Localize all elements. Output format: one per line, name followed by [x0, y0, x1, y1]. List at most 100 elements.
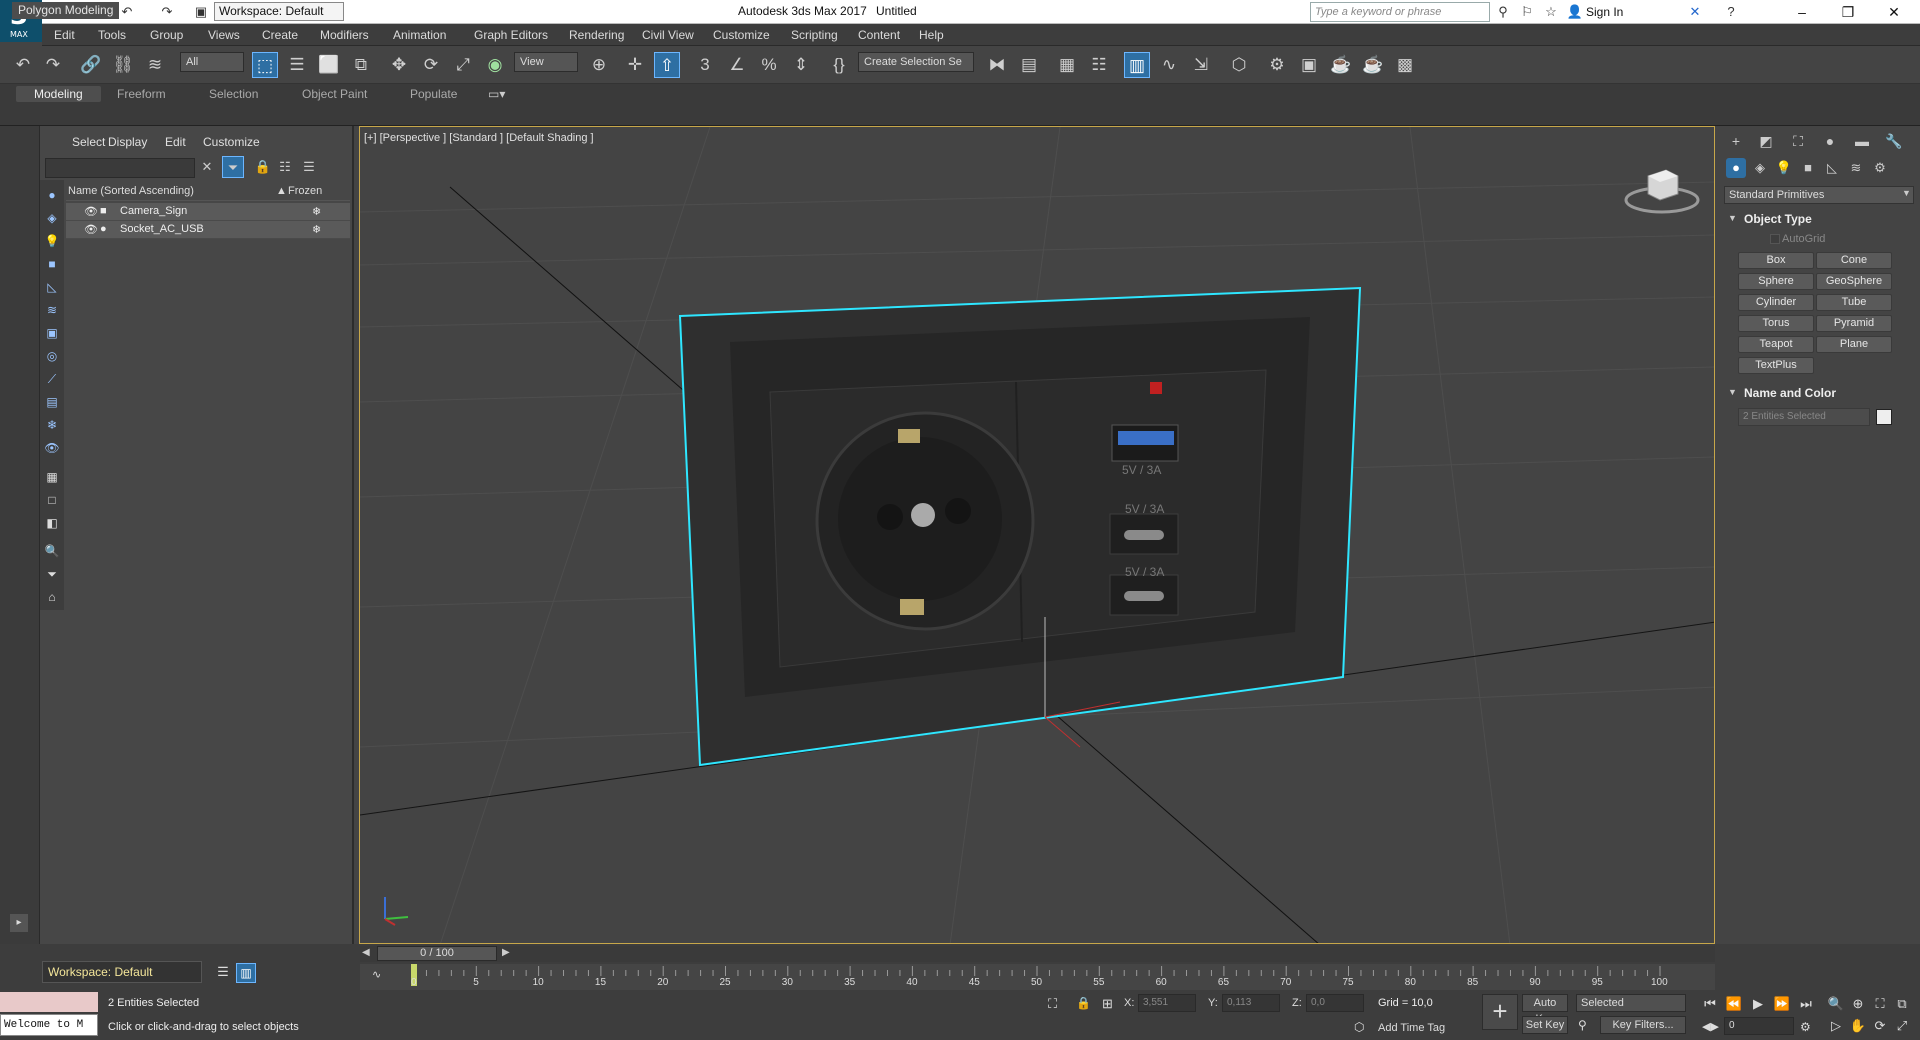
bind-space-warp-icon[interactable]: ≋ [142, 52, 168, 78]
layers-icon[interactable]: ☰ [214, 964, 232, 982]
scene-row-socket-ac-usb[interactable]: 👁 ● Socket_AC_USB ❄ [66, 221, 350, 239]
reference-coordinate-dropdown[interactable]: View [514, 52, 578, 72]
menu-create[interactable]: Create [262, 28, 298, 42]
helpers-filter-icon[interactable]: ◺ [43, 278, 61, 296]
link-icon[interactable]: 🔗 [78, 52, 104, 78]
frozen-filter-icon[interactable]: ❄ [43, 416, 61, 434]
previous-frame-icon[interactable]: ⏪ [1724, 994, 1744, 1014]
isolate-selection-icon[interactable]: ⛶ [1048, 996, 1057, 1012]
space-warps-icon[interactable]: ≋ [1846, 158, 1866, 178]
keyboard-shortcut-override-icon[interactable]: ⇧ [654, 52, 680, 78]
redo-quick-icon[interactable]: ↷ [158, 3, 176, 21]
workspace-selector[interactable]: Workspace: Default [42, 961, 202, 983]
box-button[interactable]: Box [1738, 252, 1814, 269]
pan-icon[interactable]: ✋ [1848, 1016, 1868, 1036]
lights-icon[interactable]: 💡 [1774, 158, 1794, 178]
ribbon-tab-object-paint[interactable]: Object Paint [302, 87, 367, 101]
viewport-label-menu[interactable]: [+] [Perspective ] [Standard ] [Default … [364, 132, 594, 144]
angle-snap-icon[interactable]: ∠ [724, 52, 750, 78]
zoom-extents-all-icon[interactable]: ⧉ [1892, 994, 1912, 1014]
rotate-icon[interactable]: ⟳ [418, 52, 444, 78]
toggle-ribbon-icon[interactable]: ☷ [1086, 52, 1112, 78]
helpers-icon[interactable]: ◺ [1822, 158, 1842, 178]
explorer-menu-customize[interactable]: Customize [203, 135, 260, 149]
y-coordinate-field[interactable]: 0,113 [1222, 994, 1280, 1012]
display-none-icon[interactable]: □ [43, 491, 61, 509]
ribbon-tab-modeling[interactable]: Modeling [16, 86, 101, 102]
snaps-toggle-icon[interactable]: 3 [692, 52, 718, 78]
invert-display-icon[interactable]: ◧ [43, 514, 61, 532]
rollout-collapse-icon[interactable]: ▼ [1728, 387, 1737, 397]
placement-icon[interactable]: ◉ [482, 52, 508, 78]
lights-filter-icon[interactable]: 💡 [43, 232, 61, 250]
zoom-icon[interactable]: 🔍 [1826, 994, 1846, 1014]
systems-icon[interactable]: ⚙ [1870, 158, 1890, 178]
xrefs-filter-icon[interactable]: ◎ [43, 347, 61, 365]
display-tab-icon[interactable]: ▬ [1850, 130, 1874, 152]
schematic-view-icon[interactable]: ⇲ [1188, 52, 1214, 78]
communication-icon[interactable]: ⚐ [1518, 3, 1536, 21]
percent-snap-icon[interactable]: % [756, 52, 782, 78]
geometry-icon[interactable]: ● [1726, 158, 1746, 178]
frozen-snowflake-icon[interactable]: ❄ [312, 223, 321, 236]
rectangular-selection-icon[interactable]: ⬜ [316, 52, 342, 78]
exchange-apps-icon[interactable]: ✕ [1686, 3, 1704, 21]
menu-scripting[interactable]: Scripting [791, 28, 838, 42]
cone-button[interactable]: Cone [1816, 252, 1892, 269]
object-name[interactable]: Socket_AC_USB [120, 223, 204, 235]
key-mode-toggle-icon[interactable]: ◀▶ [1702, 1020, 1719, 1033]
render-production-icon[interactable]: ☕ [1328, 52, 1354, 78]
cameras-icon[interactable]: ■ [1798, 158, 1818, 178]
menu-rendering[interactable]: Rendering [569, 28, 624, 42]
menu-animation[interactable]: Animation [393, 28, 446, 42]
select-object-icon[interactable]: ⬚ [252, 52, 278, 78]
x-coordinate-field[interactable]: 3,551 [1138, 994, 1196, 1012]
mirror-icon[interactable]: ⧓ [984, 52, 1010, 78]
textplus-button[interactable]: TextPlus [1738, 357, 1814, 374]
explorer-menu-display[interactable]: Display [108, 135, 147, 149]
rendered-frame-window-icon[interactable]: ▣ [1296, 52, 1322, 78]
key-filters-button[interactable]: Key Filters... [1600, 1016, 1686, 1034]
explorer-menu-edit[interactable]: Edit [165, 135, 186, 149]
render-setup-icon[interactable]: ⚙ [1264, 52, 1290, 78]
restore-button[interactable]: ❐ [1826, 0, 1870, 24]
containers-filter-icon[interactable]: ▤ [43, 393, 61, 411]
utilities-tab-icon[interactable]: 🔧 [1882, 130, 1906, 152]
key-mode-dropdown[interactable]: Selected [1576, 994, 1686, 1012]
auto-key-button[interactable]: Auto Key [1522, 994, 1568, 1025]
scene-row-camera-sign[interactable]: 👁 ■ Camera_Sign ❄ [66, 203, 350, 221]
time-slider-thumb[interactable]: 0 / 100 [377, 946, 497, 961]
project-icon[interactable]: ▣ [192, 3, 210, 21]
edit-named-selection-icon[interactable]: {} [826, 52, 852, 78]
geometry-filter-icon[interactable]: ● [43, 186, 61, 204]
frozen-snowflake-icon[interactable]: ❄ [312, 205, 321, 218]
spinner-snap-icon[interactable]: ⇕ [788, 52, 814, 78]
object-name-field[interactable]: 2 Entities Selected [1738, 408, 1870, 426]
add-time-tag[interactable]: Add Time Tag [1378, 1022, 1445, 1034]
shapes-filter-icon[interactable]: ◈ [43, 209, 61, 227]
cylinder-button[interactable]: Cylinder [1738, 294, 1814, 311]
set-key-button[interactable]: Set Key [1522, 1016, 1568, 1034]
window-crossing-icon[interactable]: ⧉ [348, 52, 374, 78]
curve-editor-icon[interactable]: ∿ [1156, 52, 1182, 78]
visibility-eye-icon[interactable]: 👁 [84, 223, 98, 236]
named-selection-sets-dropdown[interactable]: Create Selection Se [858, 52, 974, 72]
time-slider-track[interactable] [360, 946, 1715, 962]
funnel-icon[interactable]: ⏷ [43, 565, 61, 583]
object-hierarchy-icon[interactable]: ☰ [298, 156, 320, 178]
hidden-filter-icon[interactable]: 👁 [43, 439, 61, 457]
maximize-viewport-icon[interactable]: ⤢ [1892, 1016, 1912, 1036]
maxscript-listener-mini[interactable] [0, 992, 98, 1012]
next-frame-icon[interactable]: ⏩ [1772, 994, 1792, 1014]
layer-manager-icon[interactable]: ▦ [1054, 52, 1080, 78]
undo-quick-icon[interactable]: ↶ [118, 3, 136, 21]
object-name[interactable]: Camera_Sign [120, 205, 187, 217]
slider-prev-icon[interactable]: ◀ [362, 947, 370, 958]
layer-hierarchy-icon[interactable]: ☷ [274, 156, 296, 178]
bones-filter-icon[interactable]: ⟋ [43, 370, 61, 388]
scene-explorer-icon[interactable]: ▥ [1124, 52, 1150, 78]
polygon-modeling-panel[interactable]: Polygon Modeling [12, 2, 120, 19]
menu-tools[interactable]: Tools [98, 28, 126, 42]
render-iterative-icon[interactable]: ☕ [1360, 52, 1386, 78]
menu-civil-view[interactable]: Civil View [642, 28, 694, 42]
